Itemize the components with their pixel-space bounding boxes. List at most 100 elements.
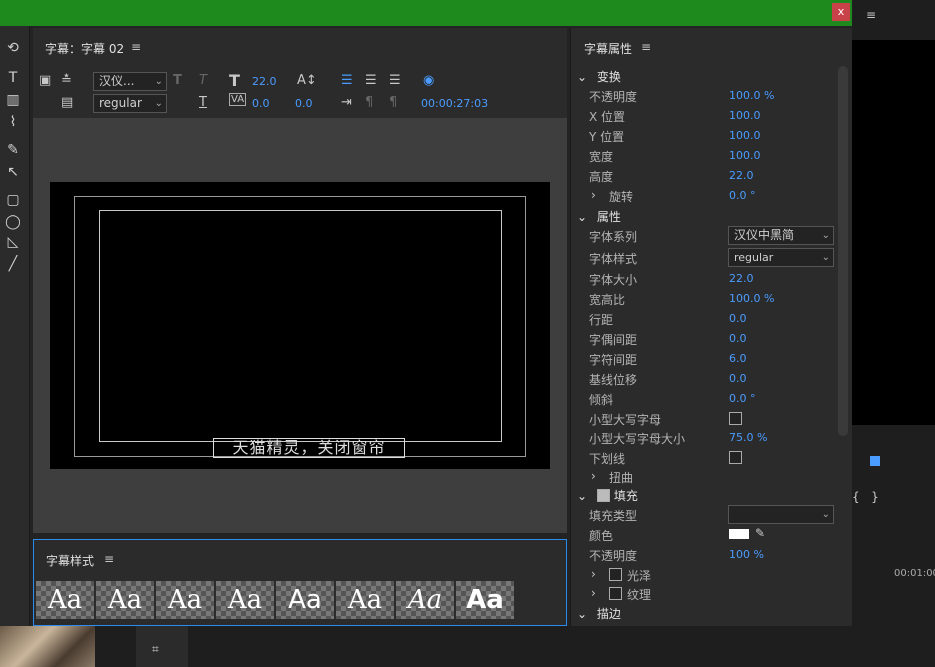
section-attributes[interactable]: ⌄ 属性	[577, 208, 621, 225]
timecode-value[interactable]: 00:00:27:03	[421, 97, 488, 110]
prop-value[interactable]: 100 %	[729, 548, 764, 561]
italic-icon[interactable]: T	[199, 73, 207, 88]
section-attributes-label: 属性	[596, 210, 621, 224]
fill-checkbox[interactable]	[596, 489, 610, 502]
prop-label: 字符间距	[589, 353, 638, 367]
tab-icon[interactable]: ⇥	[341, 95, 352, 110]
style-swatch[interactable]: Aa	[36, 581, 94, 619]
leading-icon: A↕	[297, 73, 317, 88]
chevron-down-icon: ⌄	[154, 98, 163, 109]
color-swatch[interactable]	[729, 529, 749, 539]
font-family-dropdown[interactable]: 汉仪... ⌄	[93, 72, 167, 91]
caption-text[interactable]: 天猫精灵，关闭窗帘	[213, 438, 405, 458]
style-swatch[interactable]: Aa	[216, 581, 274, 619]
wedge-icon[interactable]: ◺	[2, 232, 24, 252]
prop-font-style: 字体样式 regular ⌄	[571, 248, 841, 268]
style-swatch[interactable]: Aa	[396, 581, 454, 619]
prop-value[interactable]: 6.0	[729, 352, 747, 365]
prop-label: 小型大写字母大小	[589, 432, 686, 446]
close-button[interactable]: x	[832, 3, 850, 21]
font-style-dropdown[interactable]: regular ⌄	[728, 248, 834, 267]
style-swatch[interactable]: Aa	[456, 581, 514, 619]
prop-y-position: Y 位置 100.0	[571, 126, 841, 146]
rectangle-icon[interactable]: ▢	[2, 190, 24, 210]
area-text-icon[interactable]: ▥	[2, 90, 24, 110]
prop-value[interactable]: 100.0 %	[729, 292, 774, 305]
prop-sheen[interactable]: › 光泽	[571, 565, 841, 585]
prop-value[interactable]: 22.0	[729, 169, 754, 182]
title-canvas[interactable]: 天猫精灵，关闭窗帘	[50, 182, 550, 469]
prop-color: 颜色 ✎	[571, 525, 841, 545]
prop-value[interactable]: 0.0	[729, 312, 747, 325]
template-icon[interactable]: ▤	[61, 95, 73, 110]
kerning-value[interactable]: 0.0	[252, 97, 270, 110]
editor-toolbar: ▣ ≛ ▤ 汉仪... ⌄ regular ⌄ T T T T 22.0 VA …	[33, 68, 567, 114]
timeline-timecode: 00:01:00	[894, 568, 935, 579]
prop-label: 不透明度	[589, 90, 638, 104]
underline-icon[interactable]: T	[199, 95, 207, 110]
mark-in-icon[interactable]: { }	[852, 490, 879, 504]
prop-value[interactable]: 0.0 °	[729, 392, 756, 405]
ellipse-icon[interactable]: ◯	[2, 212, 24, 232]
program-monitor-panel: ≡ { } 00:01:00	[852, 0, 935, 626]
align-center-icon[interactable]: ☰	[365, 73, 377, 88]
vertical-text-icon[interactable]: T	[2, 68, 24, 88]
sheen-checkbox[interactable]	[609, 568, 622, 581]
section-fill-label: 填充	[613, 489, 638, 503]
prop-value[interactable]: 22.0	[729, 272, 754, 285]
leading-value[interactable]: 0.0	[295, 97, 313, 110]
prop-label: 小型大写字母	[589, 413, 662, 427]
hamburger-icon[interactable]: ≡	[641, 40, 651, 54]
tab-stops-icon[interactable]: ≛	[61, 73, 72, 88]
properties-scrollbar[interactable]	[838, 66, 848, 436]
font-family-dropdown[interactable]: 汉仪中黑简 ⌄	[728, 226, 834, 245]
section-fill[interactable]: ⌄ 填充	[577, 487, 638, 504]
title-styles-panel: 字幕样式 ≡ Aa Aa Aa Aa Aa Aa Aa Aa	[33, 539, 567, 626]
section-transform[interactable]: ⌄ 变换	[577, 68, 621, 85]
underline-checkbox[interactable]	[729, 451, 742, 464]
hamburger-icon[interactable]: ≡	[131, 40, 141, 54]
section-stroke[interactable]: ⌄ 描边	[577, 605, 621, 622]
prop-value[interactable]: 0.0 °	[729, 189, 756, 202]
prop-distort[interactable]: › 扭曲	[571, 467, 841, 487]
align-right-icon[interactable]: ☰	[389, 73, 401, 88]
editor-tab-title[interactable]: 字幕：字幕 02	[45, 40, 124, 57]
style-swatch[interactable]: Aa	[336, 581, 394, 619]
align-left-icon[interactable]: ☰	[341, 73, 353, 88]
prop-texture[interactable]: › 纹理	[571, 584, 841, 604]
prop-rotation[interactable]: › 旋转 0.0 °	[571, 186, 841, 206]
prop-value[interactable]: 0.0	[729, 332, 747, 345]
roll-crawl-icon[interactable]: ▣	[39, 73, 51, 88]
prop-value[interactable]: 100.0	[729, 149, 761, 162]
pilcrow-right-icon[interactable]: ¶	[389, 95, 397, 110]
small-caps-checkbox[interactable]	[729, 412, 742, 425]
prop-value[interactable]: 100.0	[729, 109, 761, 122]
prop-value[interactable]: 0.0	[729, 372, 747, 385]
texture-checkbox[interactable]	[609, 587, 622, 600]
snap-icon[interactable]: ⌗	[152, 642, 159, 657]
style-swatch[interactable]: Aa	[276, 581, 334, 619]
eyedropper-icon[interactable]: ✎	[755, 526, 765, 540]
font-size-value[interactable]: 22.0	[252, 75, 277, 88]
fill-type-dropdown[interactable]: ⌄	[728, 505, 834, 524]
pen-icon[interactable]: ✎	[2, 140, 24, 160]
hamburger-icon[interactable]: ≡	[104, 552, 114, 566]
style-swatch[interactable]: Aa	[96, 581, 154, 619]
font-style-dropdown[interactable]: regular ⌄	[93, 94, 167, 113]
prop-value[interactable]: 100.0	[729, 129, 761, 142]
prop-value[interactable]: 75.0 %	[729, 431, 767, 444]
video-background-icon[interactable]: ◉	[423, 73, 434, 88]
prop-value[interactable]: 100.0 %	[729, 89, 774, 102]
hamburger-icon[interactable]: ≡	[866, 8, 876, 22]
playhead-icon[interactable]	[870, 456, 880, 466]
path-text-icon[interactable]: ⌇	[2, 112, 24, 132]
prop-label: 下划线	[589, 452, 626, 466]
prop-font-family: 字体系列 汉仪中黑简 ⌄	[571, 226, 841, 246]
rotate-icon[interactable]: ⟲	[2, 38, 24, 58]
line-icon[interactable]: ╱	[2, 254, 24, 274]
style-swatch[interactable]: Aa	[156, 581, 214, 619]
clip-thumbnail[interactable]	[0, 626, 95, 667]
pilcrow-left-icon[interactable]: ¶	[365, 95, 373, 110]
bold-icon[interactable]: T	[173, 73, 182, 88]
anchor-icon[interactable]: ↖	[2, 162, 24, 182]
